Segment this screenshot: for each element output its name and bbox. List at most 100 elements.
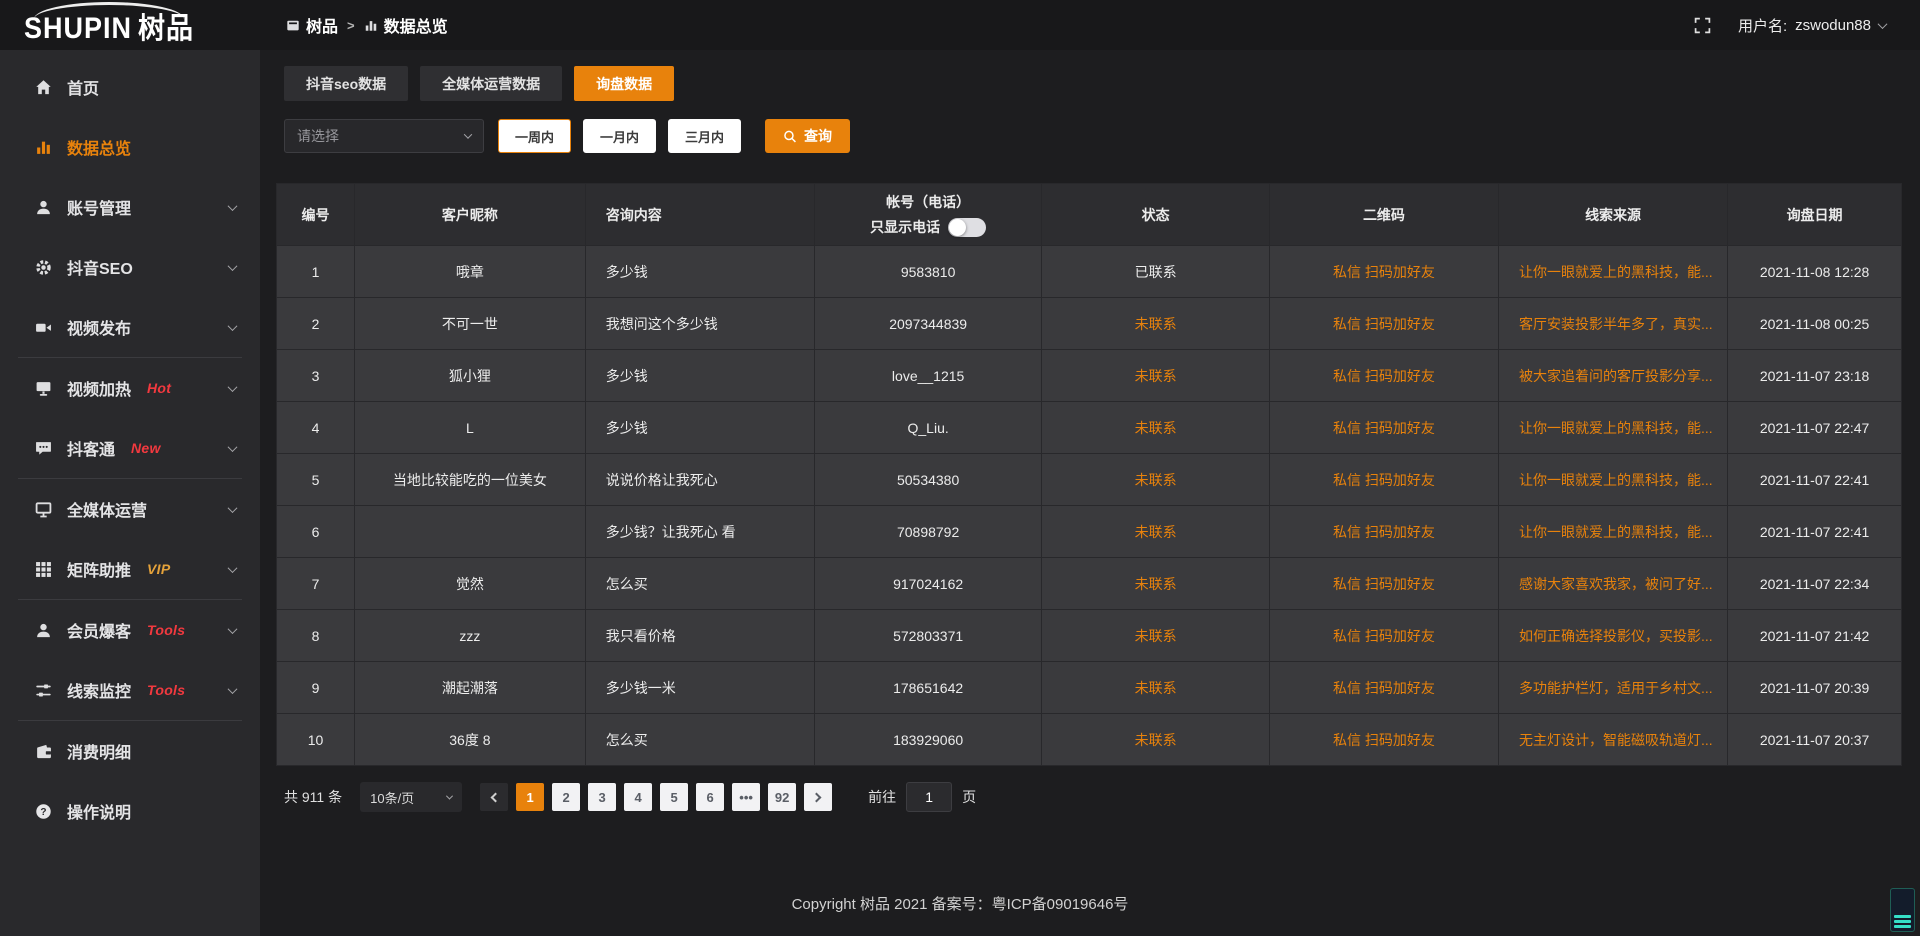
cell-source-link[interactable]: 让你一眼就爱上的黑科技，能... [1499,402,1728,454]
sidebar-item-label: 抖客通 [67,436,115,460]
table-header-row: 编号 客户昵称 咨询内容 帐号（电话） 只显示电话 状态 二维码 线索来源 [277,184,1902,246]
sidebar-item-matrix-boost[interactable]: 矩阵助推 VIP [0,539,260,599]
cell-qrcode-link[interactable]: 私信 扫码加好友 [1269,246,1498,298]
page-button[interactable]: 4 [624,783,652,811]
page-button[interactable]: ••• [732,783,760,811]
page-button[interactable]: 92 [768,783,796,811]
cell-qrcode-link[interactable]: 私信 扫码加好友 [1269,610,1498,662]
table-row: 8 zzz 我只看价格 572803371 未联系 私信 扫码加好友 如何正确选… [277,610,1902,662]
prev-page-button[interactable] [480,783,508,811]
footer-copyright: Copyright 树品 2021 备案号：粤ICP备09019646号 [0,893,1920,914]
date-range-button[interactable]: 一月内 [583,119,656,153]
cell-source-link[interactable]: 让你一眼就爱上的黑科技，能... [1499,506,1728,558]
floating-widget[interactable] [1890,888,1915,932]
cell-source-link[interactable]: 感谢大家喜欢我家，被问了好... [1499,558,1728,610]
cell-qrcode-link[interactable]: 私信 扫码加好友 [1269,662,1498,714]
sidebar-item-data-overview[interactable]: 数据总览 [0,117,260,177]
cell-source-link[interactable]: 被大家追着问的客厅投影分享... [1499,350,1728,402]
cell-source-link[interactable]: 无主灯设计，智能磁吸轨道灯... [1499,714,1728,766]
sidebar-item-home[interactable]: 首页 [0,57,260,117]
sidebar-item-label: 矩阵助推 [67,557,131,581]
fullscreen-icon[interactable] [1694,16,1712,34]
page-button[interactable]: 5 [660,783,688,811]
sidebar-item-douyin-seo[interactable]: 抖音SEO [0,237,260,297]
page-button[interactable]: 6 [696,783,724,811]
cell-account: 2097344839 [814,298,1042,350]
query-button[interactable]: 查询 [765,119,850,153]
tab-button[interactable]: 全媒体运营数据 [420,66,562,101]
breadcrumb-current[interactable]: 数据总览 [364,13,448,37]
sidebar-item-help[interactable]: ? 操作说明 [0,781,260,841]
sidebar-item-member-leads[interactable]: 会员爆客 Tools [0,600,260,660]
tab-button[interactable]: 抖音seo数据 [284,66,408,101]
brand-logo[interactable]: SHUPIN树品 [0,0,260,50]
sidebar-item-label: 全媒体运营 [67,497,147,521]
search-icon [783,129,797,143]
cell-qrcode-link[interactable]: 私信 扫码加好友 [1269,714,1498,766]
date-range-button[interactable]: 三月内 [668,119,741,153]
sidebar-item-video-publish[interactable]: 视频发布 [0,297,260,357]
date-range-group: 一周内 一月内 三月内 [498,119,741,153]
chevron-down-icon [228,503,238,513]
topbar-right: 用户名: zswodun88 [1694,15,1920,36]
home-icon [34,78,52,96]
chevron-down-icon [228,442,238,452]
cell-nickname: 当地比较能吃的一位美女 [355,454,586,506]
date-range-button[interactable]: 一周内 [498,119,571,153]
cell-nickname: 潮起潮落 [355,662,586,714]
cell-status: 未联系 [1042,558,1270,610]
user-menu[interactable]: 用户名: zswodun88 [1738,15,1886,36]
cell-content: 多少钱 [585,350,814,402]
chevron-down-icon [1878,19,1888,29]
cell-nickname: L [355,402,586,454]
page-button[interactable]: 1 [516,783,544,811]
page-size-select[interactable]: 10条/页 [360,782,462,812]
breadcrumb-root[interactable]: 树品 [286,13,338,37]
cell-qrcode-link[interactable]: 私信 扫码加好友 [1269,350,1498,402]
cell-account: 178651642 [814,662,1042,714]
cell-account: 70898792 [814,506,1042,558]
cell-qrcode-link[interactable]: 私信 扫码加好友 [1269,506,1498,558]
next-page-button[interactable] [804,783,832,811]
page-button[interactable]: 3 [588,783,616,811]
cell-qrcode-link[interactable]: 私信 扫码加好友 [1269,402,1498,454]
cell-account: 917024162 [814,558,1042,610]
page-button[interactable]: 2 [552,783,580,811]
cell-nickname: 不可一世 [355,298,586,350]
main-content: 抖音seo数据 全媒体运营数据 询盘数据 请选择 一周内 一月内 三月内 [260,50,1920,936]
cell-source-link[interactable]: 客厅安装投影半年多了，真实... [1499,298,1728,350]
cell-qrcode-link[interactable]: 私信 扫码加好友 [1269,558,1498,610]
inquiry-table: 编号 客户昵称 咨询内容 帐号（电话） 只显示电话 状态 二维码 线索来源 [276,183,1902,766]
cell-status: 未联系 [1042,662,1270,714]
goto-page-input[interactable] [906,782,952,812]
cell-source-link[interactable]: 如何正确选择投影仪，买投影... [1499,610,1728,662]
filter-select[interactable]: 请选择 [284,119,484,153]
cell-source-link[interactable]: 让你一眼就爱上的黑科技，能... [1499,246,1728,298]
chevron-down-icon [228,624,238,634]
cell-account: 9583810 [814,246,1042,298]
sidebar-item-douketong[interactable]: 抖客通 New [0,418,260,478]
phone-only-toggle[interactable] [948,218,986,237]
sidebar-item-omnimedia-operation[interactable]: 全媒体运营 [0,479,260,539]
sidebar-item-spending-details[interactable]: 消费明细 [0,721,260,781]
tab-button[interactable]: 询盘数据 [574,66,674,101]
app-square-icon [286,18,300,32]
sidebar-item-lead-monitoring[interactable]: 线索监控 Tools [0,660,260,720]
page-buttons: 1 2 3 4 5 6 ••• 92 [516,783,796,811]
cell-qrcode-link[interactable]: 私信 扫码加好友 [1269,454,1498,506]
cell-source-link[interactable]: 让你一眼就爱上的黑科技，能... [1499,454,1728,506]
sidebar-item-label: 视频加热 [67,376,131,400]
data-tabs: 抖音seo数据 全媒体运营数据 询盘数据 [284,66,1920,101]
cell-status: 未联系 [1042,350,1270,402]
sidebar-item-account-management[interactable]: 账号管理 [0,177,260,237]
cell-status: 未联系 [1042,714,1270,766]
col-header-content: 咨询内容 [585,184,814,246]
sidebar-item-video-heating[interactable]: 视频加热 Hot [0,358,260,418]
goto-suffix: 页 [962,787,976,807]
logo-text-en: SHUPIN [24,11,132,43]
cell-content: 我只看价格 [585,610,814,662]
cell-id: 2 [277,298,355,350]
cell-qrcode-link[interactable]: 私信 扫码加好友 [1269,298,1498,350]
cell-source-link[interactable]: 多功能护栏灯，适用于乡村文... [1499,662,1728,714]
table-row: 9 潮起潮落 多少钱一米 178651642 未联系 私信 扫码加好友 多功能护… [277,662,1902,714]
